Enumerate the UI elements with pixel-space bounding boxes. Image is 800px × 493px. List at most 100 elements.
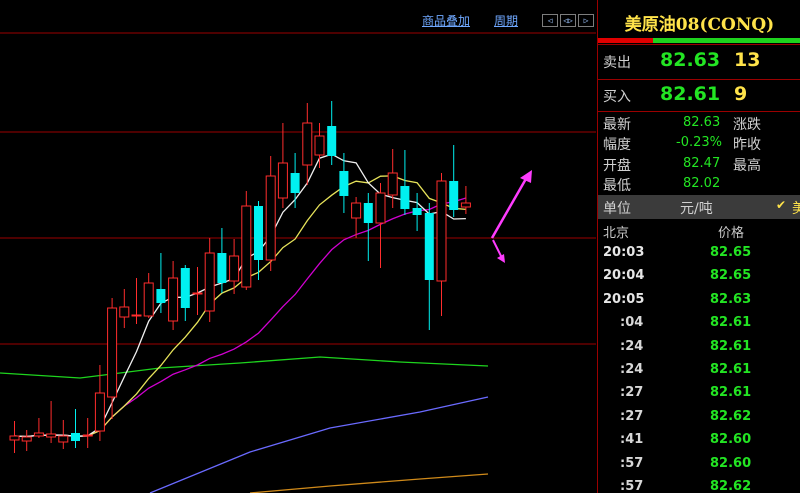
stat-value: 82.02: [683, 176, 721, 191]
tick-row: :41 82.60: [598, 432, 800, 455]
candle-body: [33, 432, 44, 437]
unit-value: 元/吨: [680, 201, 713, 217]
ma60-line: [0, 356, 489, 379]
tick-price: 82.65: [710, 245, 752, 260]
sell-label: 卖出: [603, 55, 631, 71]
candle-body: [460, 202, 471, 208]
candle-body: [180, 268, 190, 308]
sell-volume: 13: [734, 49, 761, 71]
candle-body: [46, 433, 57, 438]
tick-time: 20:03: [603, 245, 645, 260]
candle-body: [254, 206, 263, 260]
tick-row: :57 82.62: [598, 479, 800, 493]
candle-body: [71, 433, 80, 441]
tick-price: 82.65: [710, 268, 752, 284]
candle-body: [94, 392, 105, 432]
projection-arrow-up: [490, 176, 529, 239]
candle-body: [277, 162, 288, 199]
candle-body: [241, 205, 252, 288]
ma120-line: [149, 396, 489, 493]
tick-time: 20:04: [603, 268, 645, 284]
ma20-line: [14, 197, 467, 438]
candle-body: [290, 173, 300, 193]
tick-price: 82.63: [710, 291, 752, 307]
stat-label-2: 最高: [733, 158, 761, 174]
projection-arrow-down: [492, 239, 503, 259]
stat-label: 最新: [603, 117, 631, 133]
stat-label: 开盘: [603, 158, 631, 174]
candle-body: [363, 203, 373, 223]
stat-label-2: 涨跌: [733, 117, 761, 133]
candle-body: [192, 292, 203, 295]
divider: [598, 79, 800, 80]
scroll-right-icon[interactable]: ▷: [578, 14, 594, 27]
tick-time: :57: [620, 455, 644, 471]
candle-body: [436, 180, 447, 282]
candle-body: [9, 435, 20, 441]
divider: [598, 111, 800, 112]
ticks-header-right: 价格: [718, 226, 745, 241]
tick-time: :27: [620, 408, 644, 424]
tick-price: 82.60: [710, 455, 752, 471]
candle-body: [412, 208, 422, 215]
tick-price: 82.61: [710, 315, 752, 331]
bid-ask-bar-red: [598, 38, 653, 43]
candle-body: [449, 181, 459, 210]
candle-body: [265, 175, 276, 261]
candle-body: [351, 202, 362, 219]
period-link[interactable]: 周期: [494, 12, 518, 29]
buy-volume: 9: [734, 83, 748, 105]
ma5-line: [14, 153, 466, 438]
candle-body: [400, 186, 410, 209]
candle-body: [339, 171, 349, 196]
buy-price: 82.61: [660, 83, 721, 105]
divider: [598, 44, 800, 45]
candle-body: [119, 306, 130, 318]
tick-price: 82.61: [710, 338, 752, 354]
tick-price: 82.62: [710, 479, 752, 493]
ma250-line: [249, 473, 489, 493]
candle-body: [107, 307, 118, 398]
ma10-line: [14, 175, 466, 438]
tick-price: 82.61: [710, 385, 752, 401]
contract-title: 美原油08(CONQ): [624, 15, 775, 35]
quote-panel: 美原油08(CONQ) 卖出 82.63 13 买入 82.61 9 最新 82…: [597, 0, 800, 493]
ticks-header-left: 北京: [603, 226, 630, 241]
candle-body: [375, 192, 386, 224]
tick-row: 20:04 82.65: [598, 268, 800, 291]
check-icon[interactable]: ✔: [776, 198, 786, 212]
tick-row: :27 82.62: [598, 409, 800, 432]
tick-time: :24: [620, 362, 644, 377]
unit-extra: 美: [792, 198, 800, 218]
tick-price: 82.62: [710, 408, 752, 424]
candle-body: [143, 282, 154, 317]
tick-row: :27 82.61: [598, 385, 800, 408]
tick-row: 20:03 82.65: [598, 245, 800, 268]
candle-body: [168, 277, 179, 322]
commodity-overlay-link[interactable]: 商品叠加: [422, 12, 470, 29]
candle-body: [131, 314, 142, 317]
candle-body: [204, 252, 215, 312]
candle-body: [314, 135, 325, 156]
tick-time: 20:05: [603, 291, 645, 307]
stat-value: -0.23%: [676, 135, 722, 150]
tick-time: :57: [620, 479, 644, 493]
unit-label: 单位: [603, 201, 631, 217]
candle-body: [327, 126, 337, 156]
candle-body: [82, 434, 93, 437]
stat-value: 82.47: [683, 156, 721, 171]
tick-row: :04 82.61: [598, 315, 800, 338]
zoom-fit-icon[interactable]: ◁▷: [560, 14, 576, 27]
buy-label: 买入: [603, 89, 631, 105]
tick-row: 20:05 82.63: [598, 292, 800, 315]
stat-label-2: 昨收: [733, 137, 761, 153]
scroll-left-icon[interactable]: ◁: [542, 14, 558, 27]
candlestick-chart[interactable]: [0, 0, 596, 493]
tick-row: :24 82.61: [598, 362, 800, 385]
tick-time: :24: [620, 338, 644, 354]
tick-time: :41: [620, 432, 644, 448]
candle-body: [156, 289, 166, 303]
tick-row: :24 82.61: [598, 339, 800, 362]
sell-price: 82.63: [660, 49, 721, 71]
candle-body: [424, 213, 434, 280]
